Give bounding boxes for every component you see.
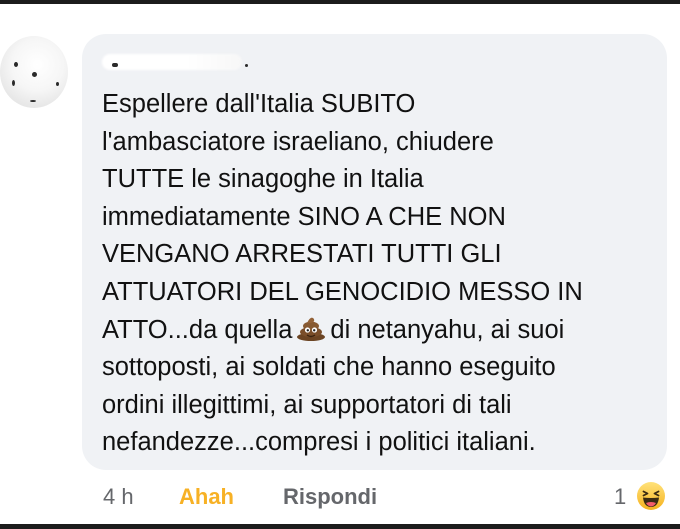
react-button[interactable]: Ahah bbox=[179, 484, 234, 510]
reply-button[interactable]: Rispondi bbox=[283, 484, 377, 510]
comment-bubble: Espellere dall'Italia SUBITO l'ambasciat… bbox=[82, 34, 667, 470]
bottom-border bbox=[0, 524, 680, 529]
comment-text: Espellere dall'Italia SUBITO l'ambasciat… bbox=[102, 86, 652, 462]
top-border bbox=[0, 0, 680, 4]
pile-of-poo-icon bbox=[297, 317, 326, 341]
comment-time[interactable]: 4 h bbox=[103, 484, 134, 510]
avatar[interactable] bbox=[0, 36, 68, 108]
reaction-count[interactable]: 1 bbox=[614, 484, 626, 510]
comment-text-part-1: Espellere dall'Italia SUBITO l'ambasciat… bbox=[102, 90, 583, 344]
haha-icon[interactable] bbox=[636, 481, 666, 511]
author-name[interactable] bbox=[102, 52, 248, 72]
